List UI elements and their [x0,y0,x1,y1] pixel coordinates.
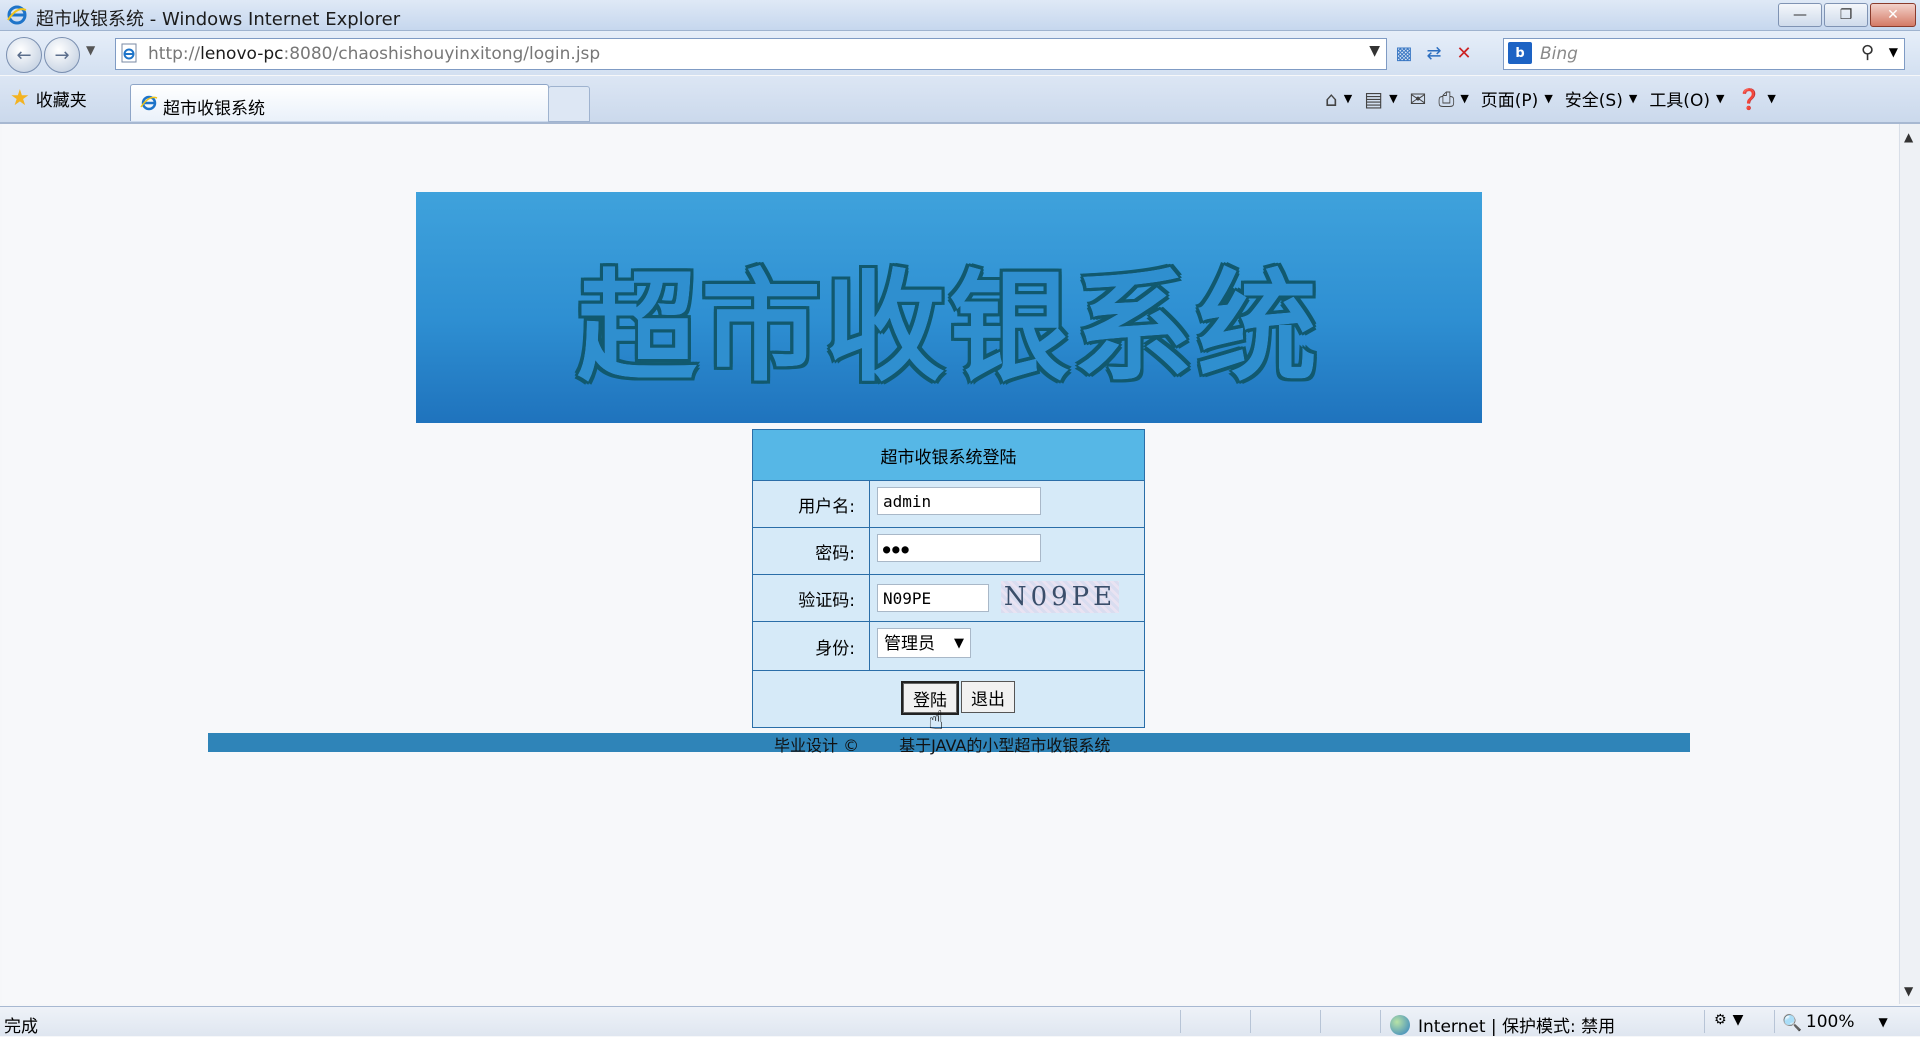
role-select[interactable]: 管理员 ▼ [877,628,971,658]
chevron-down-icon: ▼ [1343,92,1353,105]
tab-current[interactable]: 超市收银系统 [130,84,549,121]
search-options-dropdown-icon[interactable]: ▼ [1889,45,1898,59]
read-mail-button[interactable]: ✉ [1410,87,1427,111]
login-form-header: 超市收银系统登陆 [753,430,1144,480]
tab-label: 超市收银系统 [163,99,265,119]
scroll-down-icon[interactable]: ▼ [1904,984,1913,998]
chevron-down-icon: ▼ [1389,92,1398,105]
mail-icon: ✉ [1409,86,1427,111]
banner-title: 超市收银系统 [577,259,1321,398]
printer-icon: ⎙ [1438,86,1455,111]
scroll-up-icon[interactable]: ▲ [1904,130,1913,144]
settings-icon: ⚙ [1714,1012,1727,1028]
captcha-row: 验证码: N09PE N09PE [753,574,1144,622]
safety-menu-label: 安全(S) [1564,91,1623,111]
search-box[interactable]: b Bing ⚲ ▼ [1503,38,1905,70]
refresh-button[interactable]: ⇄ [1420,38,1448,68]
internet-globe-icon [1390,1014,1410,1035]
help-icon: ❓ [1736,86,1762,111]
compatibility-icon: ▩ [1395,42,1413,64]
favorites-label: 收藏夹 [35,91,87,111]
tab-ie-icon [140,95,158,111]
refresh-icon: ⇄ [1426,42,1442,64]
chevron-down-icon: ▼ [1878,1015,1888,1029]
page-ie-icon [121,43,137,63]
captcha-input[interactable]: N09PE [877,584,989,612]
stop-button[interactable]: ✕ [1450,38,1478,68]
vertical-scrollbar[interactable]: ▲ ▼ [1899,124,1920,1004]
username-input[interactable]: admin [877,487,1041,515]
feeds-button[interactable]: ▤ ▼ [1364,87,1397,111]
close-window-button[interactable]: ✕ [1870,3,1916,27]
security-zone[interactable]: Internet | 保护模式: 禁用 [1390,1012,1615,1037]
search-placeholder: Bing [1540,44,1578,64]
password-label: 密码: [815,544,855,564]
home-button[interactable]: ⌂ ▼ [1325,87,1352,111]
home-icon: ⌂ [1325,86,1338,111]
chevron-down-icon: ▼ [1715,92,1725,105]
status-text: 完成 [4,1017,38,1037]
chevron-down-icon: ▼ [1628,92,1638,105]
search-icon[interactable]: ⚲ [1861,42,1874,63]
zoom-icon: 🔍 [1782,1012,1802,1032]
tools-menu[interactable]: 工具(O) ▼ [1649,86,1724,111]
chevron-down-icon: ▼ [1544,92,1553,105]
footer-text: 毕业设计 © 基于JAVA的小型超市收银系统 [774,732,1110,756]
username-row: 用户名: admin [753,480,1144,528]
ie-logo-icon [7,5,27,25]
captcha-image[interactable]: N09PE [1001,581,1119,613]
window-titlebar: 超市收银系统 - Windows Internet Explorer — ❐ ✕ [0,0,1920,31]
footer-bar: 毕业设计 © 基于JAVA的小型超市收银系统 [208,733,1690,755]
zone-text: Internet | 保护模式: 禁用 [1418,1017,1616,1037]
footer-right-text: 基于JAVA的小型超市收银系统 [899,736,1111,755]
help-button[interactable]: ❓ ▼ [1736,87,1775,111]
captcha-label: 验证码: [798,591,855,611]
address-toolbar: ← → ▼ http://lenovo-pc:8080/chaoshishouy… [0,31,1920,75]
chevron-down-icon: ▼ [1767,92,1776,105]
restore-button[interactable]: ❐ [1824,3,1868,27]
forward-arrow-icon: → [54,44,70,66]
password-input[interactable]: ●●● [877,534,1041,562]
chevron-down-icon: ▼ [1732,1012,1744,1028]
username-label: 用户名: [798,497,855,517]
star-icon: ★ [10,86,30,111]
role-select-value: 管理员 [884,634,935,654]
change-status-options[interactable]: ⚙ ▼ [1714,1012,1743,1028]
zoom-level: 100% [1805,1012,1855,1032]
new-tab-button[interactable] [548,86,590,122]
password-row: 密码: ●●● [753,527,1144,575]
tab-toolbar: ★ 收藏夹 超市收银系统 ⌂ ▼ ▤ ▼ ✉ ⎙ ▼ 页面(P) ▼ 安全(S) ▼ 工具… [0,76,1920,124]
url-text: http://lenovo-pc:8080/chaoshishouyinxito… [148,44,601,64]
minimize-button[interactable]: — [1778,3,1822,27]
login-buttons-row: 登陆 退出 [753,670,1144,728]
outlook-search-provider-icon: b [1508,42,1532,64]
exit-button[interactable]: 退出 [961,681,1015,713]
address-dropdown-icon[interactable]: ▼ [1369,43,1380,59]
tools-menu-label: 工具(O) [1649,91,1710,111]
print-button[interactable]: ⎙ ▼ [1438,87,1468,111]
role-label: 身份: [815,639,855,659]
back-arrow-icon: ← [16,44,32,66]
address-bar[interactable]: http://lenovo-pc:8080/chaoshishouyinxito… [115,38,1387,70]
compatibility-view-button[interactable]: ▩ [1390,38,1418,68]
safety-menu[interactable]: 安全(S) ▼ [1565,86,1638,111]
recent-pages-dropdown-icon[interactable]: ▼ [86,43,95,57]
page-menu-label: 页面(P) [1480,91,1539,111]
window-title: 超市收银系统 - Windows Internet Explorer [36,9,401,30]
role-row: 身份: 管理员 ▼ [753,621,1144,671]
site-banner: 超市收银系统 [416,192,1482,423]
back-button[interactable]: ← [6,37,42,73]
chevron-down-icon: ▼ [1460,92,1469,105]
zoom-control[interactable]: 🔍 100% ▼ [1782,1012,1888,1032]
forward-button[interactable]: → [44,37,80,73]
status-bar: 完成 Internet | 保护模式: 禁用 ⚙ ▼ 🔍 100% ▼ [0,1006,1920,1037]
favorites-button[interactable]: ★ 收藏夹 [10,86,87,111]
rss-feed-icon: ▤ [1364,86,1384,111]
page-menu[interactable]: 页面(P) ▼ [1481,86,1553,111]
chevron-down-icon: ▼ [954,636,964,651]
stop-icon: ✕ [1456,42,1472,64]
login-form: 超市收银系统登陆 用户名: admin 密码: ●●● 验证码: N09PE N… [752,429,1145,728]
footer-left-text: 毕业设计 © [774,736,860,755]
